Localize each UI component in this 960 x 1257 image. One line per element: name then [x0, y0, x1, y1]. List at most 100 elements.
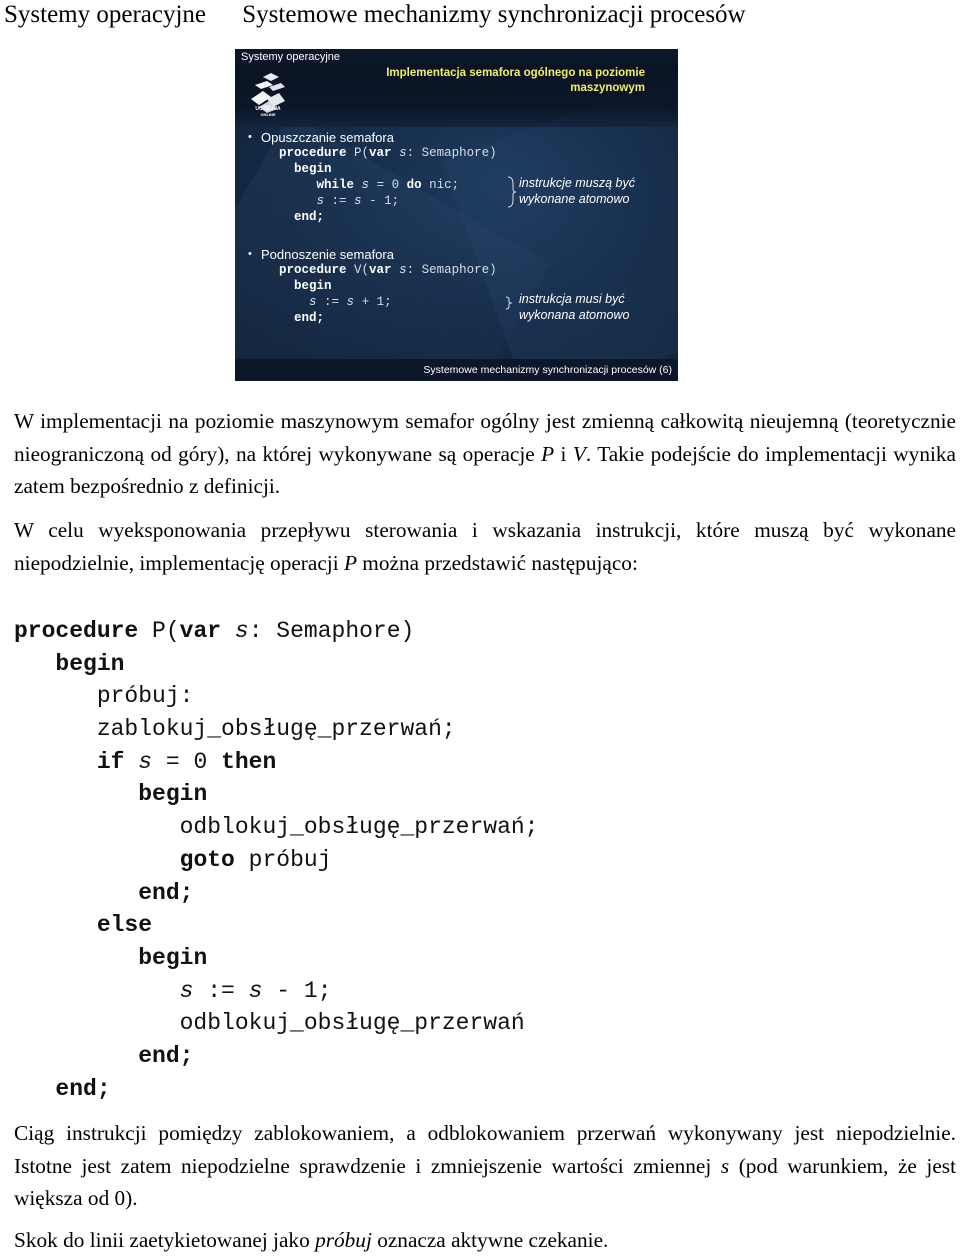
paragraph-flow: W celu wyeksponowania przepływu sterowan… [14, 514, 956, 579]
keyword: begin [55, 650, 125, 677]
page-header: Systemy operacyjne Systemowe mechanizmy … [4, 0, 746, 30]
keyword: procedure [279, 263, 347, 277]
code-line: end; [279, 209, 497, 225]
text-run: odblokuj_obsługę_przerwań; [14, 814, 539, 841]
text-run: P( [138, 618, 180, 644]
text-run: oznacza aktywne czekanie. [371, 1228, 609, 1252]
text-run [14, 847, 180, 873]
slide-title: Implementacja semafora ogólnego na pozio… [325, 66, 645, 96]
text-run [279, 210, 294, 224]
keyword: end; [55, 1075, 111, 1102]
code-line: s := s - 1; [14, 975, 539, 1008]
italic-text: s [316, 194, 325, 208]
text-run [14, 1076, 55, 1102]
text-run [279, 311, 294, 325]
text-run [279, 194, 317, 208]
text-run [14, 749, 97, 775]
slide-footer-text: Systemowe mechanizmy synchronizacji proc… [423, 364, 672, 376]
bullet-icon: • [248, 131, 252, 143]
code-line: begin [14, 778, 539, 811]
italic-text: s [399, 263, 407, 277]
text-run [14, 912, 97, 938]
code-line: end; [14, 1040, 539, 1073]
text-run: próbuj [234, 846, 332, 873]
italic-text: V [572, 441, 586, 466]
code-line: odblokuj_obsługę_przerwań [14, 1007, 539, 1040]
slide-course-label: Systemy operacyjne [241, 51, 341, 63]
code-line: odblokuj_obsługę_przerwań; [14, 811, 539, 844]
text-run [221, 618, 235, 644]
text-run: := [193, 977, 249, 1004]
keyword: begin [138, 781, 208, 808]
slide-note-v: instrukcja musi być wykonana atomowo [519, 291, 629, 323]
code-line: zablokuj_obsługę_przerwań; [14, 713, 539, 746]
text-run: zablokuj_obsługę_przerwań; [14, 716, 456, 743]
logo-text-line-2: ONLINE [260, 112, 276, 117]
code-line: begin [279, 161, 497, 177]
text-run: V( [346, 263, 370, 277]
keyword: procedure [14, 618, 139, 644]
code-line: begin [14, 648, 539, 681]
keyword: var [369, 263, 392, 277]
lecture-slide: Systemy operacyjne UCZELNIA ONLINE Imple… [235, 49, 678, 381]
italic-text: s [399, 146, 407, 160]
text-run: - 1; [361, 194, 400, 208]
text-run: odblokuj_obsługę_przerwań [14, 1010, 525, 1037]
code-line: procedure P(var s: Semaphore) [14, 615, 539, 648]
text-run [392, 146, 400, 160]
text-run [392, 263, 400, 277]
text-run: można przedstawić następująco: [356, 550, 638, 575]
code-line: próbuj: [14, 680, 539, 713]
italic-text: s [354, 194, 362, 208]
code-listing: procedure P(var s: Semaphore) begin prób… [14, 615, 539, 1105]
text-run: nic; [421, 178, 460, 192]
text-run [279, 279, 294, 293]
code-line: begin [14, 942, 539, 975]
italic-text: s [179, 977, 194, 1004]
keyword: end; [138, 1042, 194, 1069]
text-run: := [324, 194, 355, 208]
text-run [14, 781, 138, 807]
italic-text: P [541, 441, 555, 466]
italic-text: s [309, 295, 317, 309]
bullet-label: Opuszczanie semafora [261, 130, 394, 145]
text-run [279, 295, 309, 309]
text-run: próbuj: [14, 683, 194, 710]
keyword: var [369, 146, 392, 160]
text-run [124, 749, 138, 775]
right-brace-icon [507, 176, 517, 208]
keyword: goto [179, 846, 235, 873]
chapter-title: Systemowe mechanizmy synchronizacji proc… [242, 1, 746, 28]
paragraph-atomic: Ciąg instrukcji pomiędzy zablokowaniem, … [14, 1117, 956, 1215]
text-run [14, 945, 138, 971]
note-line-1: instrukcja musi być [519, 292, 625, 306]
text-run: = 0 [369, 178, 407, 192]
code-line: while s = 0 do nic; [279, 177, 497, 193]
code-line: s := s + 1; [279, 294, 497, 310]
text-run [14, 1043, 138, 1069]
code-line: procedure P(var s: Semaphore) [279, 145, 497, 161]
text-run: + 1; [354, 295, 392, 309]
keyword: do [406, 178, 422, 192]
slide-code-v: procedure V(var s: Semaphore) begin s :=… [279, 262, 497, 326]
text-run: : Semaphore) [406, 146, 497, 160]
italic-text: s [346, 295, 355, 309]
paragraph-intro: W implementacji na poziomie maszynowym s… [14, 405, 956, 503]
note-line-2: wykonane atomowo [519, 192, 630, 206]
text-run: : Semaphore) [248, 618, 415, 644]
slide-note-p: instrukcje muszą być wykonane atomowo [519, 175, 635, 207]
text-run: - 1; [262, 977, 332, 1004]
slide-title-line-2: maszynowym [570, 82, 645, 94]
code-line: if s = 0 then [14, 746, 539, 779]
italic-text: s [720, 1153, 730, 1178]
bullet-label: Podnoszenie semafora [261, 247, 394, 262]
course-title: Systemy operacyjne [4, 1, 207, 28]
bullet-icon: • [248, 248, 252, 260]
keyword: end; [294, 311, 325, 325]
keyword: procedure [279, 146, 347, 160]
slide-bullet-p: • Opuszczanie semafora [248, 130, 394, 145]
text-run [14, 880, 138, 906]
keyword: else [96, 912, 153, 939]
slide-code-p: procedure P(var s: Semaphore) begin whil… [279, 145, 497, 225]
text-run [279, 178, 317, 192]
